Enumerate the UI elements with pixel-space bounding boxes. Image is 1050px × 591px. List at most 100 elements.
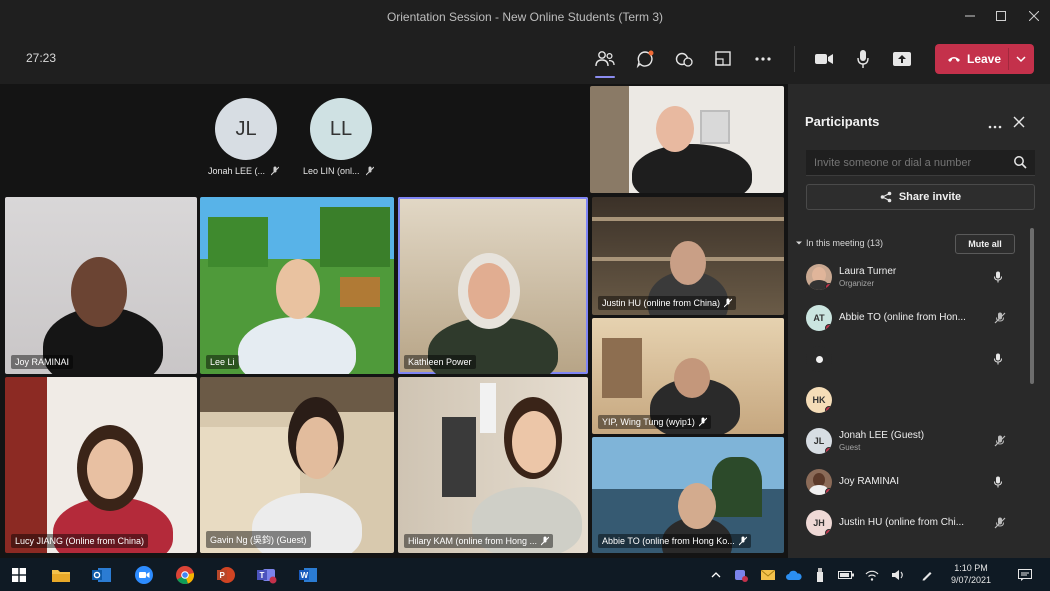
notification-icon[interactable]	[1014, 564, 1036, 586]
panel-title: Participants	[805, 114, 880, 129]
participant-row[interactable]: Laura Turner Organizer	[806, 262, 1016, 292]
close-icon[interactable]	[1013, 115, 1025, 133]
participant-face	[468, 263, 510, 319]
avatar	[806, 346, 832, 372]
teams-icon[interactable]: T	[256, 564, 278, 586]
windows-taskbar: P T W 1:10 PM 9/07/2021	[0, 558, 1050, 591]
chrome-icon[interactable]	[174, 564, 196, 586]
reactions-icon[interactable]	[670, 46, 698, 72]
participant-row[interactable]: HK	[806, 385, 1016, 415]
video-tile[interactable]: Lee Li	[200, 197, 394, 374]
mic-off-icon[interactable]	[994, 516, 1006, 534]
file-explorer-icon[interactable]	[50, 564, 72, 586]
participant-row[interactable]	[806, 344, 1016, 374]
video-tile[interactable]: Lucy JIANG (Online from China)	[5, 377, 197, 553]
participant-face	[87, 439, 133, 499]
participant-name: Lucy JIANG (Online from China)	[15, 536, 145, 546]
outlook-icon[interactable]	[91, 564, 113, 586]
share-screen-icon[interactable]	[888, 46, 916, 72]
mute-all-button[interactable]: Mute all	[955, 234, 1015, 254]
zoom-icon[interactable]	[133, 564, 155, 586]
video-tile[interactable]: YIP, Wing Tung (wyip1)	[592, 318, 784, 434]
participant-name: Abbie TO (online from Hon...	[839, 312, 966, 323]
mic-icon[interactable]	[994, 270, 1002, 288]
video-tile[interactable]: Abbie TO (online from Hong Ko...	[592, 437, 784, 553]
participant-name: Laura Turner	[839, 266, 897, 277]
tile-label: Abbie TO (online from Hong Ko...	[598, 534, 751, 548]
participant-name: Hilary KAM (online from Hong ...	[408, 536, 538, 546]
volume-icon[interactable]	[887, 564, 909, 586]
mic-off-icon	[271, 166, 280, 176]
powerpoint-icon[interactable]: P	[215, 564, 237, 586]
avatar-initials: HK	[812, 395, 826, 405]
status-badge	[825, 488, 832, 495]
search-icon[interactable]	[1013, 155, 1027, 174]
participant-name: Joy RAMINAI	[839, 476, 900, 487]
chat-icon[interactable]	[631, 46, 659, 72]
avatar-dot	[815, 355, 823, 363]
share-invite-button[interactable]: Share invite	[806, 184, 1035, 210]
scrollbar[interactable]	[1030, 228, 1034, 384]
wifi-icon[interactable]	[861, 564, 883, 586]
minimize-icon[interactable]	[957, 6, 983, 28]
avatar	[806, 469, 832, 495]
avatar-initials: JL	[235, 117, 257, 140]
tile-label: Lucy JIANG (Online from China)	[11, 534, 149, 548]
meeting-toolbar: 27:23 Leave	[0, 34, 1050, 84]
leave-button[interactable]: Leave	[935, 44, 1034, 74]
chevron-up-icon[interactable]	[705, 564, 727, 586]
avatar: HK	[806, 387, 832, 413]
tile-label: Lee Li	[206, 355, 239, 369]
tile-label: Justin HU (online from China)	[598, 296, 737, 310]
background-block	[208, 217, 268, 267]
maximize-icon[interactable]	[988, 6, 1014, 28]
meeting-section-toggle[interactable]: In this meeting (13)	[796, 238, 883, 248]
wall-frame	[700, 110, 730, 144]
participant-face	[512, 411, 556, 473]
mic-icon[interactable]	[994, 352, 1002, 370]
mic-icon[interactable]	[849, 46, 877, 72]
participant-row[interactable]: Joy RAMINAI	[806, 467, 1016, 497]
title-bar: Orientation Session - New Online Student…	[0, 0, 1050, 34]
participant-row[interactable]: JL Jonah LEE (Guest) Guest	[806, 426, 1016, 456]
participant-face	[71, 257, 127, 327]
battery-icon[interactable]	[835, 564, 857, 586]
participant-row[interactable]: JH Justin HU (online from Chi...	[806, 508, 1016, 538]
mic-off-icon[interactable]	[994, 434, 1006, 452]
participant-row[interactable]: AT Abbie TO (online from Hon...	[806, 303, 1016, 333]
taskbar-clock[interactable]: 1:10 PM 9/07/2021	[946, 562, 996, 586]
clock-time: 1:10 PM	[954, 563, 988, 573]
people-icon[interactable]	[591, 46, 619, 78]
mail-tray-icon[interactable]	[757, 564, 779, 586]
mic-off-icon[interactable]	[994, 311, 1006, 329]
video-tile[interactable]: Hilary KAM (online from Hong ...	[398, 377, 588, 553]
video-tile[interactable]: Gavin Ng (吳鈞) (Guest)	[200, 377, 394, 553]
more-icon[interactable]	[988, 116, 1002, 134]
avatar-label: Leo LIN (onl...	[303, 166, 374, 176]
windows-start-icon[interactable]	[8, 564, 30, 586]
avatar[interactable]: JL	[215, 98, 277, 160]
teams-tray-icon[interactable]	[730, 564, 752, 586]
close-icon[interactable]	[1021, 6, 1047, 28]
participant-name: Kathleen Power	[408, 357, 472, 367]
usb-icon[interactable]	[809, 564, 831, 586]
chevron-down-icon[interactable]	[1015, 52, 1027, 70]
camera-icon[interactable]	[810, 46, 838, 72]
onedrive-icon[interactable]	[783, 564, 805, 586]
video-tile[interactable]: Joy RAMINAI	[5, 197, 197, 374]
video-tile[interactable]: Justin HU (online from China)	[592, 197, 784, 315]
avatar[interactable]: LL	[310, 98, 372, 160]
leave-divider	[1008, 48, 1009, 70]
share-tray-icon[interactable]	[709, 46, 737, 72]
mic-icon[interactable]	[994, 475, 1002, 493]
svg-text:P: P	[220, 571, 226, 580]
invite-input[interactable]	[806, 150, 1035, 176]
video-tile[interactable]: Kathleen Power	[398, 197, 588, 374]
word-icon[interactable]: W	[297, 564, 319, 586]
avatar-name: Leo LIN (onl...	[303, 166, 360, 176]
participant-face	[670, 241, 706, 285]
pen-icon[interactable]	[916, 564, 938, 586]
video-tile[interactable]	[590, 86, 784, 193]
more-icon[interactable]	[749, 46, 777, 72]
svg-text:W: W	[301, 571, 309, 580]
